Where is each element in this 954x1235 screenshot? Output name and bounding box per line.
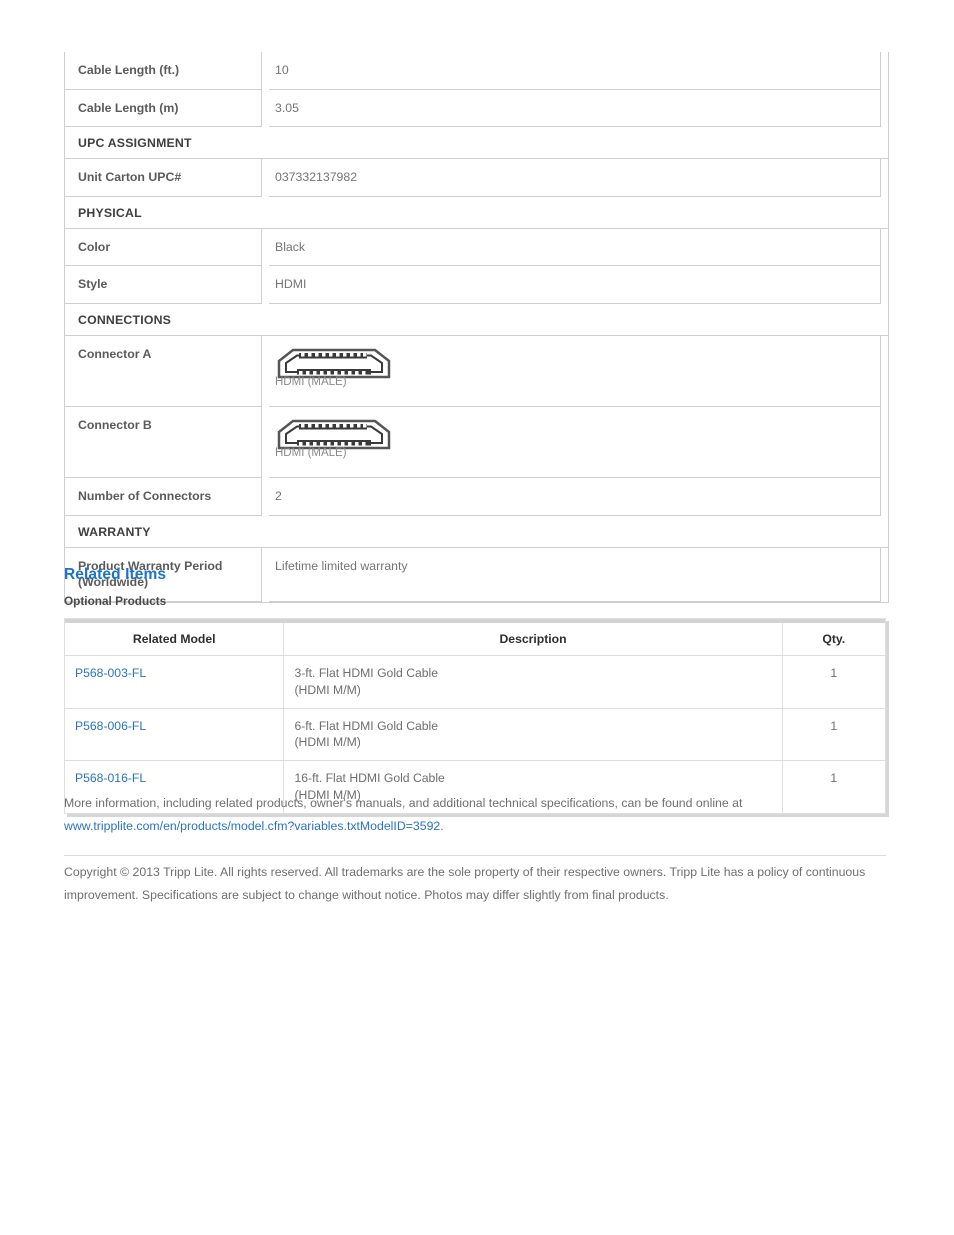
description-cell: 3-ft. Flat HDMI Gold Cable (HDMI M/M) <box>283 655 783 709</box>
table-row: P568-003-FL 3-ft. Flat HDMI Gold Cable (HD… <box>63 655 887 709</box>
spec-value: 037332137982 <box>269 159 881 197</box>
related-model-link[interactable]: P568-003-FL <box>75 666 146 680</box>
optional-products-subheading: Optional Products <box>64 594 167 608</box>
spec-value: HDMI (MALE) <box>269 406 881 478</box>
footer-divider <box>64 855 886 856</box>
link-trailing-period: . <box>440 819 444 833</box>
table-row: P568-006-FL 6-ft. Flat HDMI Gold Cable (HD… <box>63 707 887 762</box>
datasheet-page: Cable Length (ft.) 10 Cable Length (m) 3.05… <box>0 0 954 1235</box>
spec-row: Cable Length (ft.) 10 <box>65 52 888 90</box>
spec-value: 10 <box>269 52 881 90</box>
spec-section-header: PHYSICAL <box>65 197 888 229</box>
spec-section-header: WARRANTY <box>65 516 888 548</box>
spec-row: Connector B HDMI (MALE) <box>65 406 888 478</box>
column-header-description: Description <box>283 623 783 656</box>
spec-section-header: UPC ASSIGNMENT <box>65 127 888 160</box>
qty-cell: 1 <box>781 707 887 762</box>
related-model-link[interactable]: P568-016-FL <box>75 771 146 785</box>
spec-label: Connector B <box>65 406 262 478</box>
spec-label: Style <box>65 266 262 304</box>
column-header-related-model: Related Model <box>63 623 285 656</box>
spec-row: Style HDMI <box>65 266 888 304</box>
hdmi-connector-icon: HDMI (MALE) <box>275 417 393 467</box>
related-model-cell: P568-003-FL <box>63 655 285 709</box>
spec-row: Color Black <box>65 228 888 267</box>
spec-label: Number of Connectors <box>65 477 262 516</box>
qty-cell: 1 <box>781 655 887 709</box>
more-information-text: More information, including related prod… <box>64 796 743 810</box>
column-header-qty: Qty. <box>781 623 887 656</box>
spec-label: Cable Length (ft.) <box>65 52 262 90</box>
spec-label: Color <box>65 228 262 267</box>
spec-row: Number of Connectors 2 <box>65 477 888 516</box>
copyright-notice: Copyright © 2013 Tripp Lite. All rights … <box>64 865 866 902</box>
spec-label: Unit Carton UPC# <box>65 159 262 197</box>
connector-caption: HDMI (MALE) <box>275 375 347 388</box>
spec-row: Product Warranty Period (Worldwide) Lifet… <box>65 547 888 602</box>
table-header-row: Related Model Description Qty. <box>63 623 887 656</box>
spec-label: Cable Length (m) <box>65 89 262 128</box>
spec-value: 3.05 <box>269 89 881 128</box>
related-model-link[interactable]: P568-006-FL <box>75 719 146 733</box>
hdmi-connector-icon: HDMI (MALE) <box>275 346 393 396</box>
product-page-link[interactable]: www.tripplite.com/en/products/model.cfm?… <box>64 819 440 833</box>
related-model-cell: P568-006-FL <box>63 707 285 762</box>
spec-section-header: CONNECTIONS <box>65 304 888 336</box>
spec-value: Black <box>269 228 881 267</box>
related-items-heading: Related Items <box>64 566 167 583</box>
description-cell: 6-ft. Flat HDMI Gold Cable (HDMI M/M) <box>283 707 783 762</box>
spec-value: HDMI (MALE) <box>269 335 881 407</box>
spec-row: Unit Carton UPC# 037332137982 <box>65 159 888 197</box>
spec-value: Lifetime limited warranty <box>269 547 881 602</box>
specifications-table: Cable Length (ft.) 10 Cable Length (m) 3.05… <box>64 52 889 603</box>
spec-row: Cable Length (m) 3.05 <box>65 89 888 128</box>
connector-caption: HDMI (MALE) <box>275 446 347 459</box>
spec-value: 2 <box>269 477 881 516</box>
related-items-table: Related Model Description Qty. P568-003-… <box>63 618 887 814</box>
more-information-paragraph: More information, including related prod… <box>64 792 894 838</box>
spec-row: Connector A HDMI (MALE) <box>65 335 888 407</box>
spec-value: HDMI <box>269 266 881 304</box>
spec-label: Connector A <box>65 335 262 407</box>
